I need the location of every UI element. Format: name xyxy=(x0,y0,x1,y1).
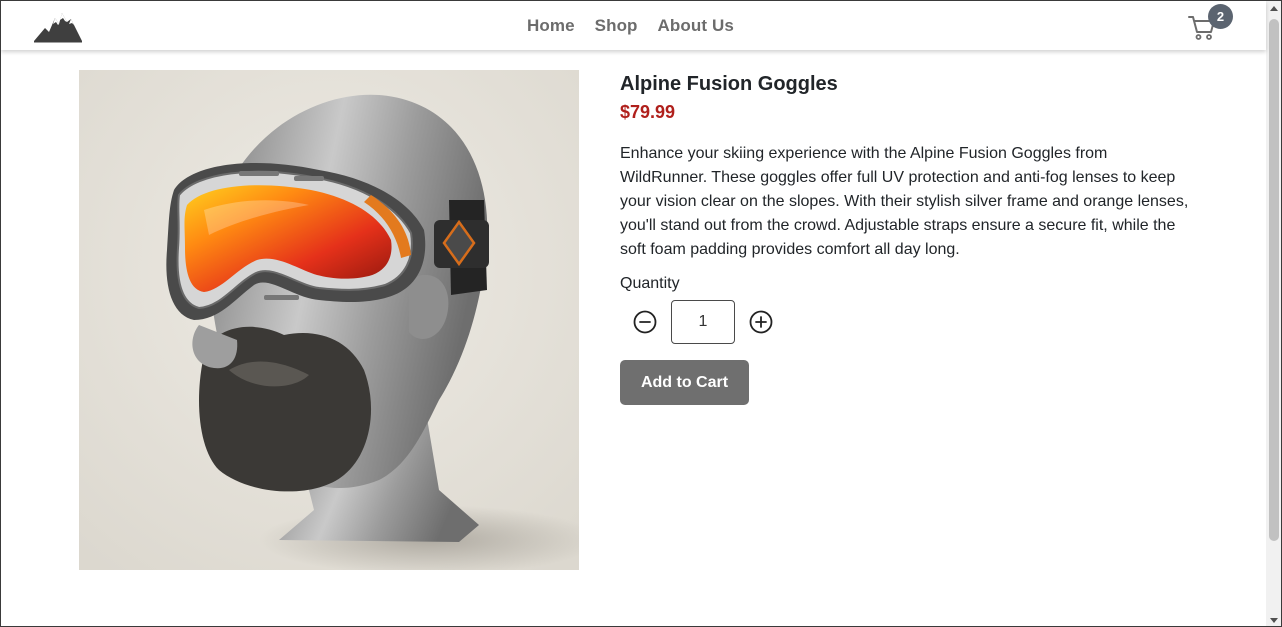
scroll-up-icon[interactable] xyxy=(1270,6,1278,11)
nav-links: Home Shop About Us xyxy=(527,16,734,36)
nav-link-about-us[interactable]: About Us xyxy=(658,16,734,36)
nav-link-home[interactable]: Home xyxy=(527,16,575,36)
product-description: Enhance your skiing experience with the … xyxy=(620,145,1189,258)
navbar: Home Shop About Us 2 xyxy=(1,1,1266,50)
page: Home Shop About Us 2 Alpine Fusion Goggl… xyxy=(1,1,1266,626)
scroll-down-icon[interactable] xyxy=(1270,618,1278,623)
product-image xyxy=(79,70,579,570)
product-price: $79.99 xyxy=(620,102,676,122)
plus-circle-icon[interactable] xyxy=(749,310,773,334)
quantity-input[interactable] xyxy=(671,300,735,344)
scroll-thumb[interactable] xyxy=(1269,19,1279,541)
cart-count-badge[interactable]: 2 xyxy=(1208,4,1233,29)
quantity-label: Quantity xyxy=(620,275,680,292)
nav-link-shop[interactable]: Shop xyxy=(595,16,638,36)
browser-window: Home Shop About Us 2 Alpine Fusion Goggl… xyxy=(0,0,1282,627)
quantity-stepper xyxy=(620,300,1190,344)
product-name: Alpine Fusion Goggles xyxy=(620,73,838,95)
minus-circle-icon[interactable] xyxy=(633,310,657,334)
product-info: Alpine Fusion Goggles $79.99 Enhance you… xyxy=(620,72,1190,405)
mountain-logo-icon[interactable] xyxy=(33,10,83,43)
vertical-scrollbar[interactable] xyxy=(1266,1,1281,626)
add-to-cart-button[interactable]: Add to Cart xyxy=(620,360,749,405)
